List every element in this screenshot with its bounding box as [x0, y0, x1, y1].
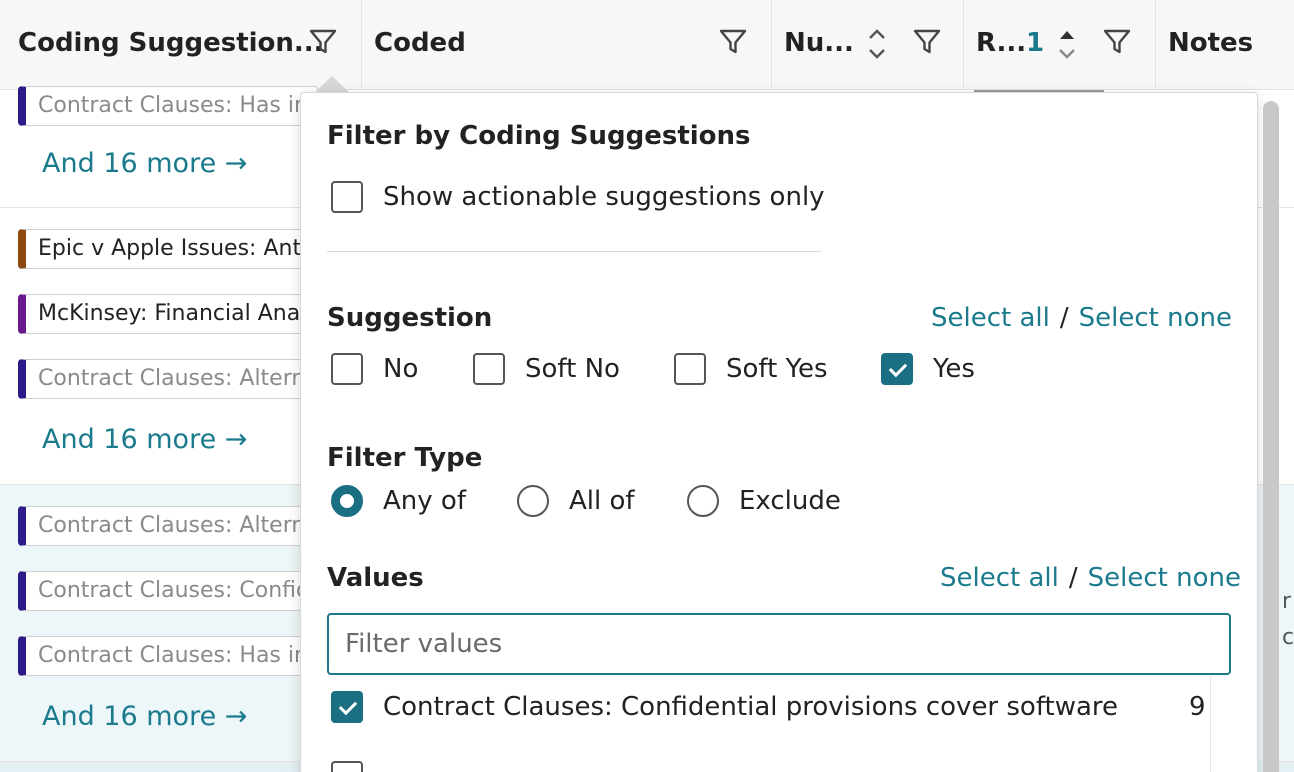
actionable-only-checkbox[interactable]	[331, 181, 363, 213]
value-item-count: 9	[1189, 692, 1206, 722]
suggestion-select-all-link[interactable]: Select all	[931, 303, 1050, 333]
actionable-only-label: Show actionable suggestions only	[383, 182, 825, 212]
column-header-rank[interactable]: R... 1	[964, 0, 1156, 90]
column-header-coded[interactable]: Coded	[362, 0, 772, 90]
suggestion-option-label: Soft No	[525, 354, 620, 384]
popover-scrollbar[interactable]	[1263, 101, 1279, 772]
filter-values-input[interactable]	[327, 613, 1231, 675]
filter-type-label: Exclude	[739, 486, 841, 516]
filter-icon[interactable]	[912, 27, 942, 57]
filter-type-any-of-radio[interactable]	[331, 485, 363, 517]
show-more-link[interactable]: And 16 more →	[42, 424, 247, 455]
value-item-label: Contract Clauses: Confidential provision…	[383, 692, 1119, 722]
suggestion-soft-no-checkbox[interactable]	[473, 353, 505, 385]
suggestion-option-label: No	[383, 354, 419, 384]
popover-title: Filter by Coding Suggestions	[327, 121, 751, 151]
coding-suggestion-tag: Contract Clauses: Confid	[18, 571, 318, 611]
suggestion-option-soft-no[interactable]: Soft No	[473, 353, 620, 385]
filter-type-exclude-radio[interactable]	[687, 485, 719, 517]
values-list: Contract Clauses: Confidential provision…	[327, 677, 1211, 772]
coding-suggestion-tag: Contract Clauses: Altern	[18, 506, 318, 546]
column-header-number[interactable]: Nu...	[772, 0, 964, 90]
filter-icon[interactable]	[308, 27, 338, 57]
suggestion-heading: Suggestion	[327, 303, 493, 333]
column-title: Nu...	[784, 28, 854, 58]
suggestion-option-label: Yes	[933, 354, 975, 384]
coding-suggestion-tag: McKinsey: Financial Ana	[18, 294, 318, 334]
actionable-only-option[interactable]: Show actionable suggestions only	[331, 181, 825, 213]
coding-suggestion-tag: Contract Clauses: Has in	[18, 636, 318, 676]
table-header: Coding Suggestion... Coded Nu... R... 1 …	[0, 0, 1294, 90]
suggestion-option-soft-yes[interactable]: Soft Yes	[674, 353, 828, 385]
sort-icon[interactable]	[866, 26, 888, 62]
values-heading: Values	[327, 563, 424, 593]
filter-type-heading: Filter Type	[327, 443, 483, 473]
link-separator: /	[1068, 563, 1078, 593]
suggestion-select-links: Select all / Select none	[931, 303, 1232, 333]
section-divider	[327, 251, 821, 252]
suggestion-soft-yes-checkbox[interactable]	[674, 353, 706, 385]
filter-type-all-of[interactable]: All of	[517, 485, 635, 517]
filter-type-all-of-radio[interactable]	[517, 485, 549, 517]
suggestion-yes-checkbox[interactable]	[881, 353, 913, 385]
column-title: Notes	[1168, 28, 1254, 58]
filter-type-label: All of	[569, 486, 635, 516]
cell-text-fragment: r	[1282, 589, 1292, 614]
value-item-checkbox[interactable]	[331, 691, 363, 723]
values-select-all-link[interactable]: Select all	[940, 563, 1059, 593]
sort-ascending-icon[interactable]	[1056, 26, 1078, 62]
values-select-links: Select all / Select none	[940, 563, 1241, 593]
popover-caret	[314, 76, 350, 93]
filter-popover: Filter by Coding Suggestions Show action…	[300, 92, 1279, 772]
values-select-none-link[interactable]: Select none	[1088, 563, 1241, 593]
filter-type-exclude[interactable]: Exclude	[687, 485, 841, 517]
column-title: R...	[976, 28, 1027, 58]
sort-order-badge: 1	[1026, 28, 1045, 58]
cell-text-fragment: c	[1282, 625, 1294, 650]
column-title: Coded	[374, 28, 466, 58]
show-more-link[interactable]: And 16 more →	[42, 701, 247, 732]
coding-suggestion-tag: Contract Clauses: Altern	[18, 359, 318, 399]
value-item[interactable]: Contract Clauses: Confidential provision…	[331, 691, 1207, 723]
coding-suggestion-tag: Epic v Apple Issues: Ant	[18, 229, 318, 269]
value-item-checkbox[interactable]	[331, 761, 363, 772]
column-header-coding-suggestions[interactable]: Coding Suggestion...	[0, 0, 362, 90]
coding-suggestion-tag: Contract Clauses: Has in	[18, 86, 318, 126]
column-title: Coding Suggestion...	[18, 28, 324, 58]
suggestion-select-none-link[interactable]: Select none	[1079, 303, 1232, 333]
suggestion-no-checkbox[interactable]	[331, 353, 363, 385]
suggestion-option-yes[interactable]: Yes	[881, 353, 975, 385]
link-separator: /	[1059, 303, 1069, 333]
filter-type-label: Any of	[383, 486, 466, 516]
column-header-notes[interactable]: Notes	[1156, 0, 1294, 90]
filter-type-any-of[interactable]: Any of	[331, 485, 466, 517]
show-more-link[interactable]: And 16 more →	[42, 148, 247, 179]
suggestion-option-no[interactable]: No	[331, 353, 418, 385]
filter-icon[interactable]	[718, 27, 748, 57]
filter-icon[interactable]	[1102, 27, 1132, 57]
suggestion-option-label: Soft Yes	[726, 354, 828, 384]
